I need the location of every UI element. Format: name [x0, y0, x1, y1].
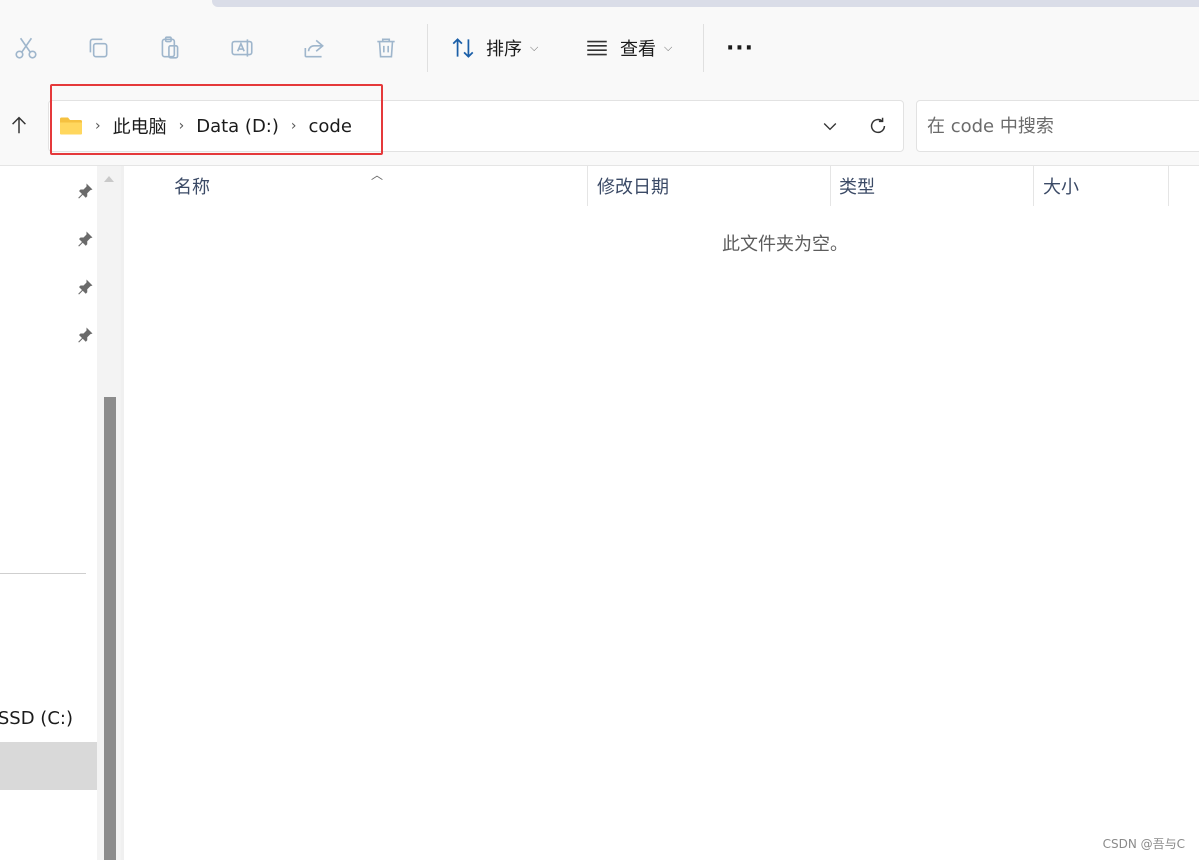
- chevron-right-icon: ›: [178, 118, 185, 134]
- sort-label: 排序: [486, 39, 522, 60]
- nav-divider: [0, 573, 86, 574]
- copy-button[interactable]: [80, 30, 116, 66]
- scroll-up-arrow-icon[interactable]: [104, 176, 114, 182]
- column-header-date-modified[interactable]: 修改日期: [597, 166, 669, 206]
- watermark: CSDN @吾与C: [1102, 837, 1185, 851]
- sort-button[interactable]: 排序 ⌵: [450, 30, 538, 66]
- chevron-down-icon: ⌵: [530, 41, 539, 54]
- nav-item-drive-d[interactable]: ): [0, 742, 97, 790]
- empty-folder-message: 此文件夹为空。: [722, 234, 848, 255]
- arrow-up-icon: [12, 116, 26, 134]
- share-button[interactable]: [296, 30, 332, 66]
- chevron-down-icon: ⌵: [664, 41, 673, 54]
- delete-button[interactable]: [368, 30, 404, 66]
- paste-icon: [161, 36, 179, 59]
- column-header-label: 名称: [174, 177, 210, 198]
- pin-icon: [78, 183, 93, 199]
- breadcrumb-code[interactable]: code: [309, 116, 352, 137]
- nav-item-label: s-SSD (C:): [0, 707, 73, 729]
- pin-icon: [78, 279, 93, 295]
- address-history-dropdown[interactable]: [815, 111, 845, 141]
- copy-icon: [89, 38, 108, 58]
- view-label: 查看: [620, 39, 656, 60]
- search-box[interactable]: [916, 100, 1199, 152]
- tab-strip-edge: [212, 0, 1199, 7]
- delete-icon: [377, 38, 395, 58]
- sort-ascending-icon: ︿: [371, 168, 384, 182]
- pin-icon: [78, 231, 93, 247]
- column-header-size[interactable]: 大小: [1043, 166, 1079, 206]
- column-header-label: 修改日期: [597, 177, 669, 198]
- command-bar: 排序 ⌵ 查看 ⌵ ···: [0, 0, 1199, 88]
- share-icon: [304, 39, 324, 58]
- column-header-label: 大小: [1043, 177, 1079, 198]
- column-header-type[interactable]: 类型: [839, 166, 875, 206]
- navigation-pane: s-SSD (C:) ): [0, 166, 124, 860]
- rename-icon: [231, 39, 253, 57]
- sort-icon: [452, 38, 474, 58]
- nav-scrollbar-thumb[interactable]: [104, 397, 116, 860]
- search-input[interactable]: [917, 101, 1199, 151]
- view-button[interactable]: 查看 ⌵: [584, 30, 672, 66]
- column-divider[interactable]: [830, 166, 831, 206]
- chevron-right-icon: ›: [290, 118, 297, 134]
- breadcrumb-this-pc[interactable]: 此电脑: [113, 113, 167, 139]
- more-icon: ···: [725, 35, 755, 61]
- file-list: ︿ 名称 修改日期 类型 大小 此文件夹为空。: [124, 166, 1199, 860]
- breadcrumb: › 此电脑 › Data (D:) › code: [59, 101, 352, 151]
- more-options-button[interactable]: ···: [722, 30, 758, 66]
- chevron-right-icon: ›: [95, 118, 101, 134]
- rename-button[interactable]: [224, 30, 260, 66]
- column-divider[interactable]: [1168, 166, 1169, 206]
- toolbar-divider: [703, 24, 704, 72]
- toolbar-divider: [427, 24, 428, 72]
- nav-item-label: ): [0, 756, 1, 777]
- nav-item-drive-c[interactable]: s-SSD (C:): [0, 694, 79, 742]
- view-icon: [587, 40, 607, 56]
- address-bar[interactable]: › 此电脑 › Data (D:) › code: [48, 100, 904, 152]
- pin-icon: [78, 327, 93, 343]
- cut-button[interactable]: [8, 30, 44, 66]
- column-header-label: 类型: [839, 177, 875, 198]
- column-header-name[interactable]: 名称: [174, 166, 210, 206]
- column-divider[interactable]: [587, 166, 588, 206]
- folder-icon: [59, 116, 83, 136]
- refresh-icon: [870, 117, 886, 134]
- chevron-down-icon: [823, 123, 837, 131]
- breadcrumb-data-drive[interactable]: Data (D:): [196, 116, 279, 137]
- refresh-button[interactable]: [863, 111, 893, 141]
- address-row: › 此电脑 › Data (D:) › code: [0, 88, 1199, 166]
- cut-icon: [15, 37, 37, 59]
- paste-button[interactable]: [152, 30, 188, 66]
- column-divider[interactable]: [1033, 166, 1034, 206]
- up-button[interactable]: [0, 100, 38, 150]
- file-explorer-window: 排序 ⌵ 查看 ⌵ ··· › 此电脑 › Data (D:) › code 在…: [0, 0, 1199, 860]
